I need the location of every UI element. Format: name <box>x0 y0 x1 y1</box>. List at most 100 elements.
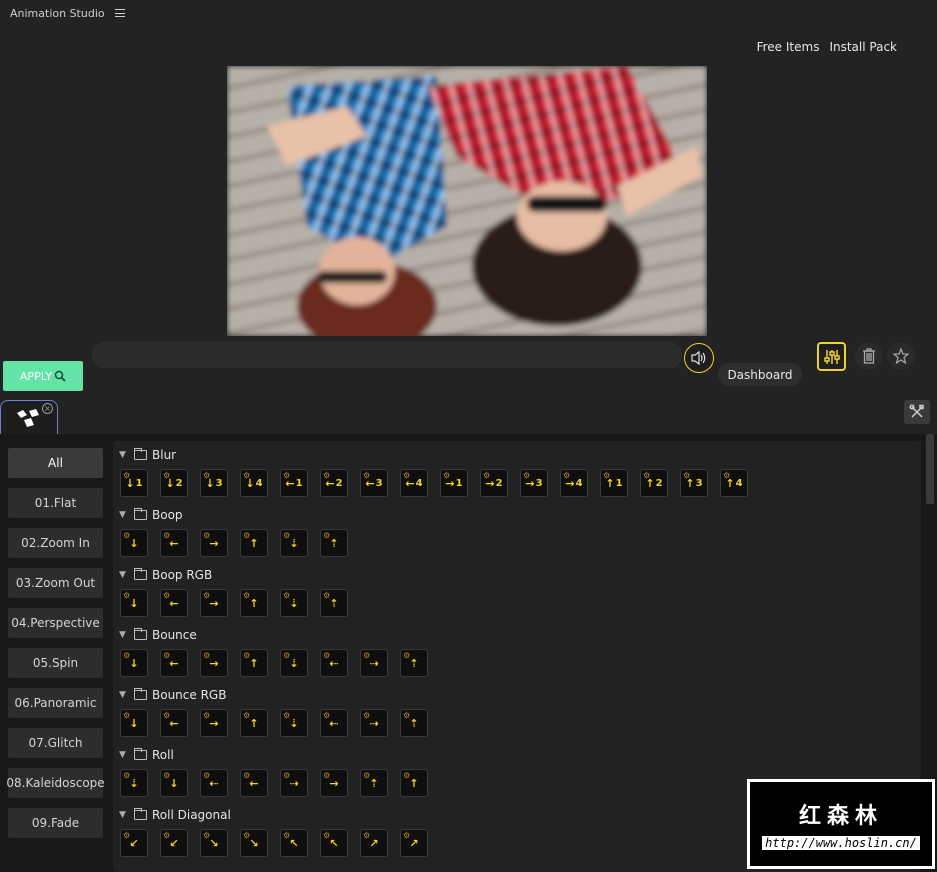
effect-preset-button[interactable]: ⚙ ← <box>160 649 188 677</box>
category-item[interactable]: 09.Fade <box>8 808 103 838</box>
category-item[interactable]: 06.Panoramic <box>8 688 103 718</box>
effect-preset-button[interactable]: ⚙ ↗ <box>360 829 388 857</box>
effect-preset-button[interactable]: ⚙ ↖ <box>280 829 308 857</box>
effect-group-header[interactable]: ▼ Boop <box>119 501 921 529</box>
effect-preset-button[interactable]: ⚙ ↑ 2 <box>640 469 668 497</box>
effect-preset-button[interactable]: ⚙ ⇢ <box>360 709 388 737</box>
effect-preset-button[interactable]: ⚙ ⇣ <box>280 709 308 737</box>
scrollbar[interactable] <box>926 434 934 504</box>
effect-group-header[interactable]: ▼ Boop RGB <box>119 561 921 589</box>
effect-preset-button[interactable]: ⚙ ↓ 2 <box>160 469 188 497</box>
chevron-down-icon[interactable]: ▼ <box>119 510 129 520</box>
effect-preset-button[interactable]: ⚙ ⇠ <box>200 769 228 797</box>
effect-preset-button[interactable]: ⚙ ↓ <box>120 529 148 557</box>
effect-preset-button[interactable]: ⚙ ↓ 4 <box>240 469 268 497</box>
category-item[interactable]: All <box>8 448 103 478</box>
effect-preset-button[interactable]: ⚙ ← 3 <box>360 469 388 497</box>
effect-preset-button[interactable]: ⚙ → <box>200 589 228 617</box>
effect-preset-button[interactable]: ⚙ ⇣ <box>280 649 308 677</box>
effect-preset-button[interactable]: ⚙ ↓ 3 <box>200 469 228 497</box>
dashboard-button[interactable] <box>817 342 846 371</box>
chevron-down-icon[interactable]: ▼ <box>119 690 129 700</box>
hamburger-menu-icon[interactable] <box>114 9 125 17</box>
effect-preset-button[interactable]: ⚙ ← 1 <box>280 469 308 497</box>
effect-group-header[interactable]: ▼ Roll <box>119 741 921 769</box>
timeline-bar[interactable] <box>92 342 682 368</box>
effect-preset-button[interactable]: ⚙ ↑ <box>240 589 268 617</box>
apply-button[interactable]: APPLY <box>3 361 83 391</box>
effect-preset-button[interactable]: ⚙ ⇣ <box>280 529 308 557</box>
delete-button[interactable] <box>855 342 883 370</box>
category-item[interactable]: 02.Zoom In <box>8 528 103 558</box>
effect-preset-button[interactable]: ⚙ ⇡ <box>320 529 348 557</box>
chevron-down-icon[interactable]: ▼ <box>119 630 129 640</box>
effect-preset-button[interactable]: ⚙ ← 2 <box>320 469 348 497</box>
effect-preset-button[interactable]: ⚙ ⇡ <box>400 709 428 737</box>
effect-preset-button[interactable]: ⚙ ← 4 <box>400 469 428 497</box>
effect-preset-button[interactable]: ⚙ ⇣ <box>120 769 148 797</box>
effect-preset-button[interactable]: ⚙ ↓ <box>160 769 188 797</box>
sound-button[interactable] <box>684 343 714 373</box>
chevron-down-icon[interactable]: ▼ <box>119 750 129 760</box>
effect-preset-button[interactable]: ⚙ ⇡ <box>320 589 348 617</box>
effect-group-header[interactable]: ▼ Bounce RGB <box>119 681 921 709</box>
chevron-down-icon[interactable]: ▼ <box>119 450 129 460</box>
category-item[interactable]: 08.Kaleidoscope <box>6 768 105 798</box>
effect-preset-button[interactable]: ⚙ ⇡ <box>360 769 388 797</box>
effect-preset-button[interactable]: ⚙ ↓ <box>120 709 148 737</box>
effect-preset-button[interactable]: ⚙ ⇠ <box>320 709 348 737</box>
effect-preset-button[interactable]: ⚙ ↑ <box>240 649 268 677</box>
effect-preset-button[interactable]: ⚙ → <box>320 769 348 797</box>
effect-preset-button[interactable]: ⚙ ⇣ <box>280 589 308 617</box>
effect-preset-button[interactable]: ⚙ ↓ <box>120 649 148 677</box>
category-item[interactable]: 04.Perspective <box>8 608 103 638</box>
folder-icon <box>134 508 147 520</box>
install-pack-link[interactable]: Install Pack <box>829 40 897 54</box>
effect-preset-button[interactable]: ⚙ ↓ 1 <box>120 469 148 497</box>
effect-preset-button[interactable]: ⚙ ↑ 4 <box>720 469 748 497</box>
effect-preset-button[interactable]: ⚙ ⇠ <box>320 649 348 677</box>
effect-preset-button[interactable]: ⚙ ← <box>160 529 188 557</box>
effect-preset-button[interactable]: ⚙ → 1 <box>440 469 468 497</box>
effect-preset-button[interactable]: ⚙ ↘ <box>240 829 268 857</box>
effect-preset-button[interactable]: ⚙ → <box>200 709 228 737</box>
effect-preset-button[interactable]: ⚙ ↑ 3 <box>680 469 708 497</box>
effect-preset-button[interactable]: ⚙ → <box>200 649 228 677</box>
favorite-button[interactable] <box>887 342 915 370</box>
effect-preset-button[interactable]: ⚙ ← <box>160 589 188 617</box>
category-item[interactable]: 01.Flat <box>8 488 103 518</box>
category-item[interactable]: 05.Spin <box>8 648 103 678</box>
free-items-link[interactable]: Free Items <box>757 40 820 54</box>
effect-items: ⚙ ↓ ⚙ ← ⚙ → ⚙ ↑ ⚙ ⇣ ⚙ ⇡ <box>119 589 921 617</box>
effect-group-header[interactable]: ▼ Bounce <box>119 621 921 649</box>
effect-preset-button[interactable]: ⚙ ⇢ <box>360 649 388 677</box>
tab-close-icon[interactable]: × <box>42 403 53 414</box>
effect-preset-button[interactable]: ⚙ ↑ 1 <box>600 469 628 497</box>
effect-preset-button[interactable]: ⚙ → 4 <box>560 469 588 497</box>
effect-preset-button[interactable]: ⚙ → 3 <box>520 469 548 497</box>
effect-preset-button[interactable]: ⚙ ↑ <box>240 529 268 557</box>
effect-preset-button[interactable]: ⚙ ↑ <box>240 709 268 737</box>
tools-button[interactable] <box>904 400 930 424</box>
category-item[interactable]: 03.Zoom Out <box>8 568 103 598</box>
effect-preset-button[interactable]: ⚙ → <box>200 529 228 557</box>
effect-group-header[interactable]: ▼ Blur <box>119 441 921 469</box>
effect-preset-button[interactable]: ⚙ ↑ <box>400 769 428 797</box>
tab-pack-logo[interactable]: × <box>0 400 58 434</box>
gear-icon: ⚙ <box>323 531 331 540</box>
effect-preset-button[interactable]: ⚙ ⇡ <box>400 649 428 677</box>
effect-preset-button[interactable]: ⚙ ⇢ <box>280 769 308 797</box>
effect-preset-button[interactable]: ⚙ ↖ <box>320 829 348 857</box>
effect-preset-button[interactable]: ⚙ ↘ <box>200 829 228 857</box>
effect-preset-button[interactable]: ⚙ ↙ <box>160 829 188 857</box>
chevron-down-icon[interactable]: ▼ <box>119 810 129 820</box>
effect-preset-button[interactable]: ⚙ ← <box>240 769 268 797</box>
chevron-down-icon[interactable]: ▼ <box>119 570 129 580</box>
effect-preset-button[interactable]: ⚙ ↗ <box>400 829 428 857</box>
effect-preset-button[interactable]: ⚙ ↓ <box>120 589 148 617</box>
effect-preset-button[interactable]: ⚙ ← <box>160 709 188 737</box>
effect-preset-button[interactable]: ⚙ → 2 <box>480 469 508 497</box>
category-item[interactable]: 07.Glitch <box>8 728 103 758</box>
effect-preset-button[interactable]: ⚙ ↙ <box>120 829 148 857</box>
app-title: Animation Studio <box>10 6 105 20</box>
